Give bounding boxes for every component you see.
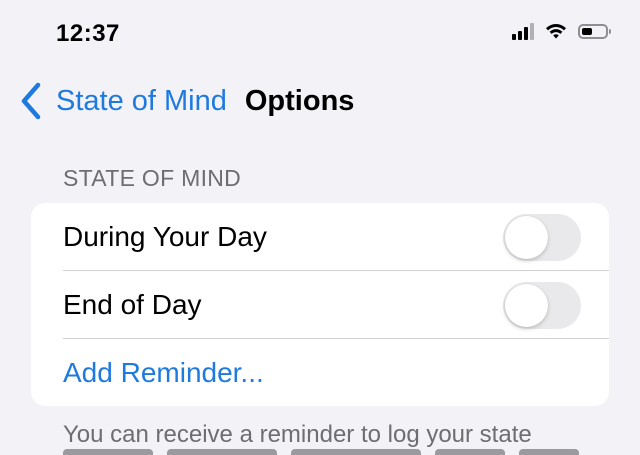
settings-group: During Your Day End of Day Add Reminder.… — [31, 203, 609, 406]
navigation-bar: State of Mind Options — [0, 78, 640, 124]
cellular-signal-icon — [512, 22, 534, 40]
battery-level — [582, 27, 592, 35]
status-icons — [512, 22, 611, 40]
battery-icon — [578, 23, 611, 39]
add-reminder-button[interactable]: Add Reminder... — [31, 339, 609, 406]
page-title: Options — [244, 84, 355, 117]
toggle-knob — [505, 215, 548, 259]
during-your-day-toggle[interactable] — [503, 213, 581, 261]
row-label: During Your Day — [63, 221, 267, 252]
end-of-day-toggle[interactable] — [503, 281, 581, 329]
footer-note: You can receive a reminder to log your s… — [63, 421, 532, 448]
back-button[interactable]: State of Mind — [18, 81, 227, 121]
section-header: STATE OF MIND — [63, 165, 242, 191]
row-end-of-day: End of Day — [31, 271, 609, 339]
back-button-label: State of Mind — [56, 84, 227, 117]
chevron-left-icon — [21, 82, 41, 120]
row-during-your-day: During Your Day — [31, 203, 609, 271]
wifi-icon — [546, 23, 566, 39]
row-label: End of Day — [63, 289, 202, 320]
status-bar: 12:37 — [0, 0, 640, 70]
add-reminder-label: Add Reminder... — [63, 357, 264, 388]
footer-note-continuation — [63, 449, 583, 455]
toggle-knob — [505, 283, 548, 327]
status-time: 12:37 — [56, 20, 120, 47]
